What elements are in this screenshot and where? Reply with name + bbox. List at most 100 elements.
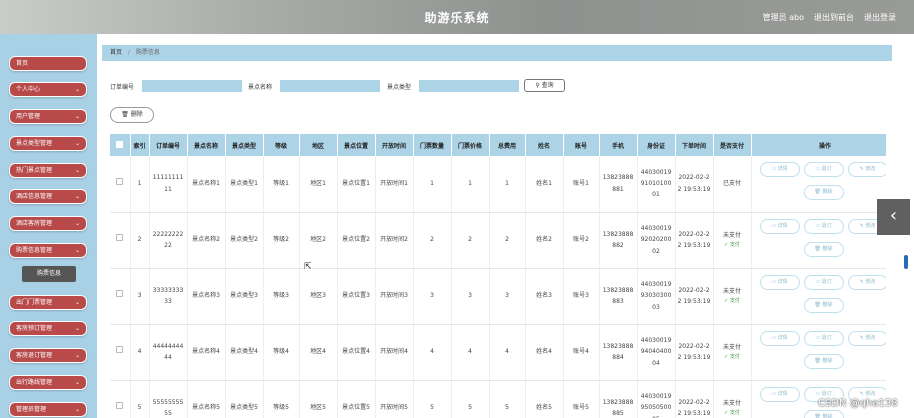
main-content: 首页 / 购票信息 订单编号 景点名称 景点类型 ⚲ 查询 🗑 删除 索引 订单… <box>97 34 914 418</box>
delete-button[interactable]: 🗑 删除 <box>110 107 154 123</box>
pay-link[interactable]: ✓ 支付 <box>716 297 749 307</box>
pay-link[interactable]: ✓ 支付 <box>716 353 749 363</box>
cancel-order-button[interactable]: ▭ 退订 <box>803 162 844 177</box>
detail-button[interactable]: ▭ 详情 <box>759 386 800 402</box>
table-row: 2 2222222222 景点名称2 景点类型2 等级2 地区2 景点位置2 开放时间2 2 2 2… <box>110 212 886 269</box>
detail-button[interactable]: ▭ 详情 <box>759 218 800 234</box>
order-input[interactable] <box>142 80 242 92</box>
sidebar-item-label: 个人中心 <box>16 86 41 93</box>
pay-link[interactable]: ✓ 支付 <box>716 409 749 418</box>
sidebar-item-profile[interactable]: 个人中心 ⌄ <box>9 82 87 97</box>
spot-name-input[interactable] <box>280 80 380 92</box>
breadcrumb-separator: / <box>127 49 130 56</box>
op-label: 详情 <box>777 334 788 341</box>
pay-link[interactable]: ✓ 支付 <box>716 241 749 251</box>
cancel-order-button[interactable]: ▭ 退订 <box>803 274 844 290</box>
row-delete-button[interactable]: 🗑 删除 <box>803 185 844 200</box>
cell-time: 2022-02-22 19:53:19 <box>675 324 714 381</box>
sidebar-item-hotel-info[interactable]: 酒店信息管理 ⌄ <box>9 189 87 204</box>
sidebar-item-admins[interactable]: 管理员管理 ⌄ <box>9 402 87 417</box>
cell-acct: 账号1 <box>563 156 600 213</box>
row-checkbox[interactable] <box>110 268 131 325</box>
cell-phone: 13823888881 <box>599 156 638 213</box>
sidebar-item-room-booking[interactable]: 客房预订管理 ⌄ <box>9 321 87 336</box>
breadcrumb: 首页 / 购票信息 <box>102 45 892 61</box>
op-label: 修改 <box>865 222 876 229</box>
cell-paid: 已支付 <box>713 156 752 213</box>
sidebar-item-tickets[interactable]: 购票信息管理 ⌄ <box>9 243 87 258</box>
sidebar: 首页 个人中心 ⌄ 用户管理 ⌄ 景点类型管理 ⌄ 热门景点管理 ⌄ 酒店信息管理 ⌄ 酒… <box>0 34 97 418</box>
sidebar-item-home[interactable]: 首页 <box>9 56 87 71</box>
cell-phone: 13823888883 <box>599 268 638 325</box>
submenu-ticket-info[interactable]: 购票信息 <box>22 266 76 282</box>
row-checkbox[interactable] <box>110 324 131 381</box>
cell-order: 1111111111 <box>149 156 188 213</box>
select-all-checkbox[interactable] <box>110 134 131 156</box>
chevron-left-icon[interactable]: ‹ <box>877 199 910 235</box>
cell-region: 地区4 <box>299 324 338 381</box>
ticket-table: 索引 订单编号 景点名称 景点类型 等级 地区 景点位置 开放时间 门票数量 门… <box>110 134 886 418</box>
col-header: 下单时间 <box>675 134 714 156</box>
cell-total: 2 <box>489 212 526 269</box>
op-label: 删除 <box>822 301 833 308</box>
detail-button[interactable]: ▭ 详情 <box>759 274 800 290</box>
sidebar-item-label: 首页 <box>16 60 29 67</box>
cell-total: 3 <box>489 268 526 325</box>
op-label: 修改 <box>865 278 876 285</box>
edit-button[interactable]: ✎ 修改 <box>847 274 886 290</box>
sidebar-item-exit-tickets[interactable]: 出门门票管理 ⌄ <box>9 295 87 310</box>
col-header: 门票价格 <box>451 134 490 156</box>
cell-person: 姓名1 <box>525 156 564 213</box>
cell-type: 景点类型5 <box>225 380 264 418</box>
edit-button[interactable]: ✎ 修改 <box>847 162 886 177</box>
col-header: 景点位置 <box>337 134 376 156</box>
row-checkbox[interactable] <box>110 380 131 418</box>
cell-qty: 5 <box>413 380 452 418</box>
paid-status: 已支付 <box>722 180 741 188</box>
cell-phone: 13823888882 <box>599 212 638 269</box>
cell-idx: 1 <box>130 156 150 213</box>
cancel-order-button[interactable]: ▭ 退订 <box>803 218 844 234</box>
cell-order: 3333333333 <box>149 268 188 325</box>
cell-level: 等级3 <box>263 268 300 325</box>
scrollbar-thumb[interactable] <box>904 255 908 269</box>
detail-button[interactable]: ▭ 详情 <box>759 162 800 177</box>
trash-icon: 🗑 <box>814 357 821 364</box>
spot-type-input[interactable] <box>419 80 519 92</box>
cell-paid: 未支付 ✓ 支付 <box>713 268 752 325</box>
spot-name-label: 景点名称 <box>248 84 273 91</box>
cell-region: 地区3 <box>299 268 338 325</box>
detail-button[interactable]: ▭ 详情 <box>759 330 800 346</box>
cell-idcard: 440300199505050005 <box>637 380 676 418</box>
trash-icon: 🗑 <box>814 245 821 252</box>
sidebar-item-routes[interactable]: 出行路线管理 ⌄ <box>9 375 87 390</box>
cell-paid: 未支付 ✓ 支付 <box>713 212 752 269</box>
row-delete-button[interactable]: 🗑 删除 <box>803 353 844 369</box>
sidebar-item-label: 出行路线管理 <box>16 379 53 386</box>
cell-level: 等级1 <box>263 156 300 213</box>
sidebar-item-hot-spots[interactable]: 热门景点管理 ⌄ <box>9 163 87 178</box>
document-icon: ▭ <box>815 390 821 397</box>
pencil-icon: ✎ <box>859 390 864 397</box>
row-delete-button[interactable]: 🗑 删除 <box>803 241 844 257</box>
cell-idcard: 440300199202020002 <box>637 212 676 269</box>
row-delete-button[interactable]: 🗑 删除 <box>803 297 844 313</box>
cancel-order-button[interactable]: ▭ 退订 <box>803 330 844 346</box>
cell-ops: ▭ 详情 ▭ 退订 ✎ 修改 🗑 删除 <box>751 324 886 381</box>
mouse-cursor-icon: ⇱ <box>304 262 312 272</box>
breadcrumb-home[interactable]: 首页 <box>110 49 122 56</box>
edit-button[interactable]: ✎ 修改 <box>847 330 886 346</box>
row-checkbox[interactable] <box>110 212 131 269</box>
sidebar-item-hotel-rooms[interactable]: 酒店客房管理 ⌄ <box>9 216 87 231</box>
ticket-table-wrap: 索引 订单编号 景点名称 景点类型 等级 地区 景点位置 开放时间 门票数量 门… <box>110 134 886 418</box>
sidebar-item-users[interactable]: 用户管理 ⌄ <box>9 109 87 124</box>
to-frontend-link[interactable]: 退出到前台 <box>814 12 854 23</box>
query-button[interactable]: ⚲ 查询 <box>524 79 565 92</box>
cell-open: 开放时间5 <box>375 380 414 418</box>
query-label: 查询 <box>541 82 554 89</box>
sidebar-item-spot-type[interactable]: 景点类型管理 ⌄ <box>9 136 87 151</box>
row-checkbox[interactable] <box>110 156 131 213</box>
logout-link[interactable]: 退出登录 <box>864 12 896 23</box>
sidebar-item-room-cancel[interactable]: 客房退订管理 ⌄ <box>9 348 87 363</box>
row-delete-button[interactable]: 🗑 删除 <box>803 409 844 418</box>
